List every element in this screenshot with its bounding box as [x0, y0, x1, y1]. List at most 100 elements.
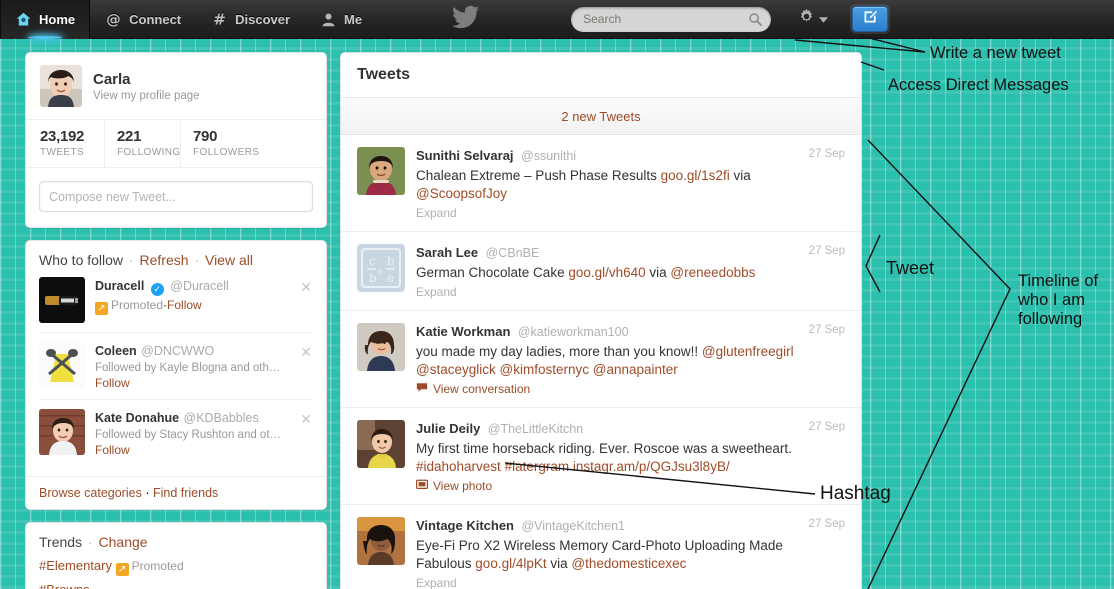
- list-item[interactable]: Kate Donahue @KDBabbles Followed by Stac…: [39, 399, 313, 466]
- tweet-timestamp[interactable]: 27 Sep: [809, 518, 845, 530]
- profile-header[interactable]: Carla View my profile page: [26, 53, 326, 119]
- tweet-link[interactable]: goo.gl/vh640: [568, 265, 645, 280]
- avatar[interactable]: [39, 342, 85, 388]
- close-icon[interactable]: ✕: [300, 279, 312, 296]
- who-to-follow-view-all-link[interactable]: View all: [205, 252, 253, 268]
- tweet-author-name[interactable]: Katie Workman: [416, 324, 510, 339]
- tweet-author-handle[interactable]: @TheLittleKitchn: [488, 422, 583, 436]
- view-photo-link[interactable]: View photo: [433, 479, 492, 493]
- avatar[interactable]: [40, 65, 82, 107]
- search-icon[interactable]: [748, 12, 763, 27]
- find-friends-link[interactable]: Find friends: [153, 486, 218, 500]
- list-item[interactable]: Duracell ✓ @Duracell ↗ Promoted·Follow ✕: [39, 268, 313, 332]
- tweet-action-row[interactable]: Expand: [416, 576, 845, 589]
- expand-label[interactable]: Expand: [416, 285, 457, 299]
- tweet-timestamp[interactable]: 27 Sep: [809, 245, 845, 257]
- tweet-timestamp[interactable]: 27 Sep: [809, 148, 845, 160]
- settings-menu-button[interactable]: [797, 7, 829, 31]
- tweet-text-plain: German Chocolate Cake: [416, 265, 569, 280]
- tweet-mention-link[interactable]: @ScoopsofJoy: [416, 186, 507, 201]
- close-icon[interactable]: ✕: [300, 411, 312, 428]
- nav-item-connect[interactable]: @ Connect: [90, 0, 196, 39]
- tweet-author-handle[interactable]: @VintageKitchen1: [521, 519, 625, 533]
- tweet-hashtag-link[interactable]: #idahoharvest: [416, 459, 501, 474]
- tweet-hashtag-link[interactable]: #latergram: [505, 459, 570, 474]
- compose-tweet-button[interactable]: [852, 6, 889, 32]
- tweet-author-name[interactable]: Julie Deily: [416, 421, 480, 436]
- separator-2: ·: [194, 252, 200, 268]
- expand-label[interactable]: Expand: [416, 206, 457, 220]
- follow-link[interactable]: Follow: [167, 298, 202, 312]
- annotation-access-direct-messages: Access Direct Messages: [888, 76, 1069, 94]
- browse-categories-link[interactable]: Browse categories: [39, 486, 142, 500]
- follow-link[interactable]: Follow: [95, 376, 130, 390]
- avatar[interactable]: cb be e: [357, 244, 405, 292]
- list-item[interactable]: Coleen @DNCWWO Followed by Kayle Blogna …: [39, 332, 313, 399]
- expand-label[interactable]: Expand: [416, 576, 457, 589]
- stat-tweets[interactable]: 23,192 TWEETS: [26, 120, 104, 167]
- avatar[interactable]: [357, 147, 405, 195]
- tweet-link[interactable]: instagr.am/p/QGJsu3l8yB/: [573, 459, 730, 474]
- tweet-text: My first time horseback riding. Ever. Ro…: [416, 440, 816, 476]
- list-item[interactable]: #Elementary ↗ Promoted: [39, 555, 313, 579]
- tweet-timestamp[interactable]: 27 Sep: [809, 421, 845, 433]
- trend-tag[interactable]: #Browns: [39, 582, 90, 589]
- tweet-author-handle[interactable]: @ssunithi: [521, 149, 576, 163]
- trend-tag[interactable]: #Elementary: [39, 558, 112, 573]
- list-item[interactable]: #Browns: [39, 579, 313, 589]
- tweet-action-row[interactable]: Expand: [416, 285, 845, 299]
- avatar[interactable]: [357, 323, 405, 371]
- twitter-bird-icon[interactable]: [451, 5, 481, 34]
- tweet-mention-link[interactable]: @thedomesticexec: [571, 556, 686, 571]
- view-conversation-link[interactable]: View conversation: [433, 382, 530, 396]
- table-row[interactable]: Katie Workman @katieworkman100 you made …: [341, 311, 861, 408]
- table-row[interactable]: Julie Deily @TheLittleKitchn My first ti…: [341, 408, 861, 505]
- speech-bubble-icon: [416, 382, 428, 396]
- tweet-author-name[interactable]: Sarah Lee: [416, 245, 478, 260]
- tweet-text-plain: via: [645, 265, 671, 280]
- tweet-mention-link[interactable]: @glutenfreegirl: [702, 344, 794, 359]
- tweet-author-name[interactable]: Sunithi Selvaraj: [416, 148, 514, 163]
- avatar[interactable]: [357, 517, 405, 565]
- close-icon[interactable]: ✕: [300, 344, 312, 361]
- search-input[interactable]: [571, 6, 772, 32]
- tweet-link[interactable]: goo.gl/4lpKt: [475, 556, 546, 571]
- table-row[interactable]: Sunithi Selvaraj @ssunithi Chalean Extre…: [341, 135, 861, 232]
- stat-followers[interactable]: 790 FOLLOWERS: [180, 120, 280, 167]
- compose-new-tweet-input[interactable]: [39, 181, 313, 212]
- tweet-mention-link[interactable]: @annapainter: [593, 362, 678, 377]
- avatar[interactable]: [39, 409, 85, 455]
- table-row[interactable]: cb be e Sarah Lee @CBnBE German Chocolat…: [341, 232, 861, 311]
- new-tweets-bar[interactable]: 2 new Tweets: [341, 98, 861, 135]
- tweet-action-row[interactable]: View photo: [415, 479, 845, 493]
- profile-subtitle[interactable]: View my profile page: [93, 90, 200, 102]
- avatar[interactable]: [357, 420, 405, 468]
- tweet-mention-link[interactable]: @staceyglick: [416, 362, 496, 377]
- tweet-author-name[interactable]: Vintage Kitchen: [416, 518, 514, 533]
- tweet-author-handle[interactable]: @katieworkman100: [518, 325, 629, 339]
- tweet-action-row[interactable]: View conversation: [416, 382, 845, 396]
- tweet-link[interactable]: goo.gl/1s2fi: [661, 168, 730, 183]
- tweet-mention-link[interactable]: @reneedobbs: [670, 265, 755, 280]
- tweet-text: Eye-Fi Pro X2 Wireless Memory Card-Photo…: [416, 537, 816, 573]
- tweet-body: Katie Workman @katieworkman100 you made …: [416, 323, 845, 396]
- tweet-author-row: Sarah Lee @CBnBE: [416, 244, 845, 262]
- tweet-text-plain: Chalean Extreme – Push Phase Results: [416, 168, 661, 183]
- nav-item-me[interactable]: Me: [305, 0, 377, 39]
- who-to-follow-refresh-link[interactable]: Refresh: [140, 252, 189, 268]
- nav-item-home[interactable]: Home: [0, 0, 91, 39]
- new-tweets-label[interactable]: 2 new Tweets: [561, 109, 640, 124]
- search-box[interactable]: [571, 6, 772, 32]
- tweet-mention-link[interactable]: @kimfosternyc: [500, 362, 589, 377]
- tweet-action-row[interactable]: Expand: [416, 206, 845, 220]
- avatar[interactable]: [39, 277, 85, 323]
- nav-item-discover[interactable]: # Discover: [196, 0, 305, 39]
- tweet-author-handle[interactable]: @CBnBE: [486, 246, 540, 260]
- trends-change-link[interactable]: Change: [99, 534, 148, 550]
- tweet-timestamp[interactable]: 27 Sep: [809, 324, 845, 336]
- stat-following[interactable]: 221 FOLLOWING: [104, 120, 180, 167]
- suggestion-handle: @Duracell: [170, 279, 229, 293]
- tweet-body: Julie Deily @TheLittleKitchn My first ti…: [415, 420, 845, 493]
- follow-link[interactable]: Follow: [95, 443, 130, 457]
- table-row[interactable]: Vintage Kitchen @VintageKitchen1 Eye-Fi …: [341, 505, 861, 589]
